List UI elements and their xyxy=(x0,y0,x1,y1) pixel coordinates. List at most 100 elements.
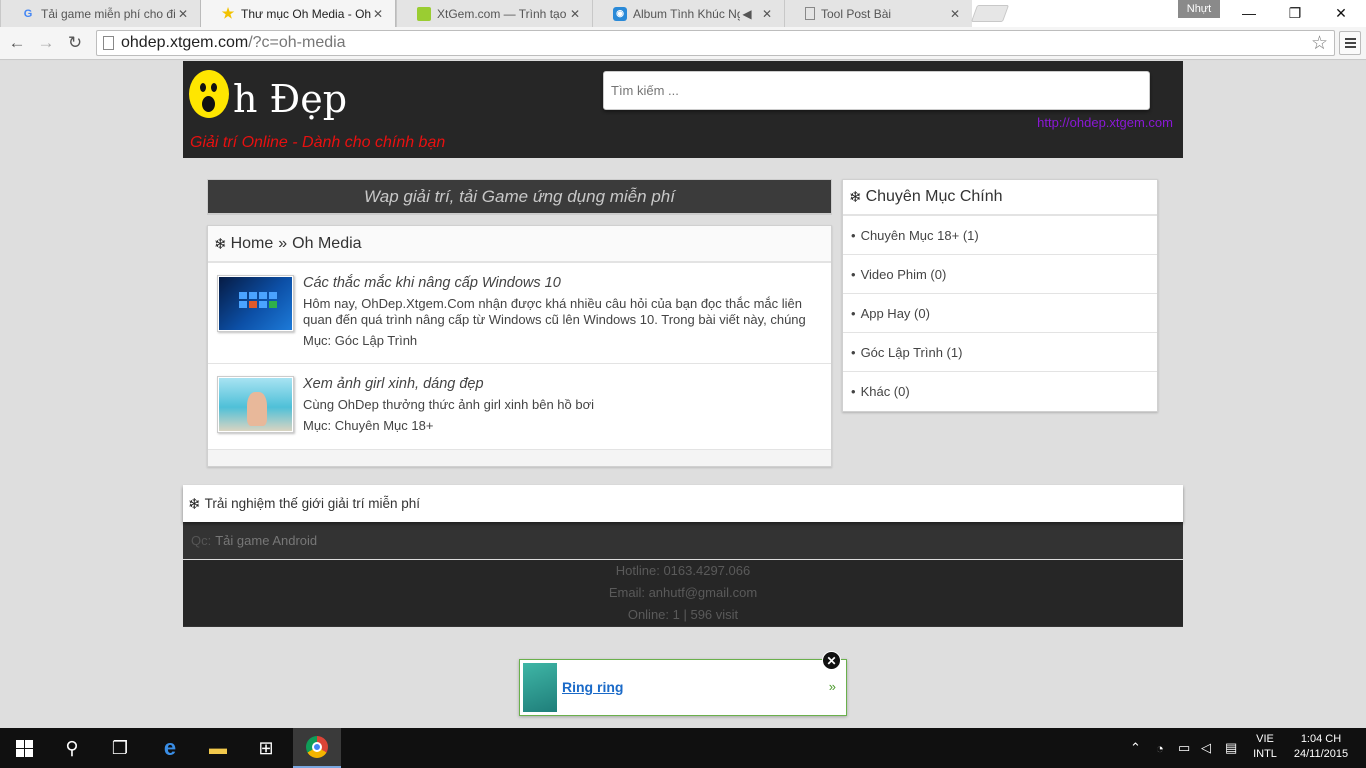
sidebar-item-goc-lap-trinh[interactable]: • Góc Lập Trình (1) xyxy=(843,333,1157,372)
post-thumbnail[interactable] xyxy=(217,275,294,332)
battery-icon[interactable]: ▭ xyxy=(1178,728,1190,768)
post-item[interactable]: Các thắc mắc khi nâng cấp Windows 10 Hôm… xyxy=(208,263,831,364)
ad-link[interactable]: Tải game Android xyxy=(215,533,317,548)
main-content: Wap giải trí, tải Game ứng dụng miễn phí… xyxy=(207,179,832,467)
tab-title: Tool Post Bài xyxy=(821,6,892,21)
close-tab-icon[interactable]: ✕ xyxy=(568,7,582,21)
close-window-button[interactable]: ✕ xyxy=(1318,0,1364,27)
site-logo[interactable]: h Đẹp xyxy=(189,67,347,121)
tab-tool-post[interactable]: Tool Post Bài ✕ xyxy=(784,0,972,27)
minimize-button[interactable]: — xyxy=(1226,0,1272,27)
ad-popup-link[interactable]: Ring ring xyxy=(562,679,623,695)
footer-title: ❄ Trải nghiệm thế giới giải trí miễn phí xyxy=(183,485,1183,522)
restore-button[interactable]: ❐ xyxy=(1272,0,1318,27)
speaker-icon: ◀ xyxy=(742,6,752,21)
site-slogan: Giải trí Online - Dành cho chính bạn xyxy=(190,134,446,151)
bullet-icon: • xyxy=(851,266,856,282)
page-icon xyxy=(805,7,815,20)
sidebar-item-video-phim[interactable]: • Video Phim (0) xyxy=(843,255,1157,294)
url-text: ohdep.xtgem.com/?c=oh-media xyxy=(121,34,346,51)
search-input[interactable] xyxy=(604,72,1149,109)
system-clock[interactable]: 1:04 CH 24/11/2015 xyxy=(1287,732,1355,762)
ad-line: Qc: Tải game Android xyxy=(183,522,1183,560)
close-tab-icon[interactable]: ✕ xyxy=(948,7,962,21)
file-explorer-icon[interactable]: ▬ xyxy=(194,728,242,768)
notification-icon[interactable]: ▤ xyxy=(1225,728,1237,768)
ad-phone-image xyxy=(523,663,557,712)
close-tab-icon[interactable]: ✕ xyxy=(176,7,190,21)
hotline-text: Hotline: 0163.4297.066 xyxy=(615,563,751,578)
start-button[interactable] xyxy=(0,728,48,768)
bullet-icon: • xyxy=(851,384,856,399)
page-viewport: h Đẹp Giải trí Online - Dành cho chính b… xyxy=(0,61,1366,728)
task-view-icon[interactable]: ❐ xyxy=(96,728,144,768)
browser-toolbar: ← → ↻ ohdep.xtgem.com/?c=oh-media ☆ xyxy=(0,27,1366,60)
page-icon xyxy=(103,36,114,50)
site-footer: ❄ Trải nghiệm thế giới giải trí miễn phí… xyxy=(0,485,1366,649)
post-category: Mục: Chuyên Mục 18+ xyxy=(303,418,434,433)
post-category: Mục: Góc Lập Trình xyxy=(303,333,418,348)
search-icon[interactable]: ⚲ xyxy=(48,728,96,768)
footer-contact-info: Hotline: 0163.4297.066 Email: anhutf@gma… xyxy=(183,560,1183,626)
bullet-icon: • xyxy=(851,227,856,243)
tab-xtgem[interactable]: XtGem.com — Trình tạo w ✕ xyxy=(396,0,592,27)
volume-icon[interactable]: ◁ xyxy=(1201,728,1211,768)
search-box[interactable] xyxy=(603,71,1150,110)
input-language-indicator[interactable]: VIE INTL xyxy=(1252,732,1278,762)
sidebar-item-chuyen-muc-18[interactable]: • Chuyên Mục 18+ (1) xyxy=(843,216,1157,255)
close-icon[interactable]: ✕ xyxy=(822,651,841,670)
snowflake-icon: ❄ xyxy=(849,189,862,206)
edge-icon[interactable]: e xyxy=(146,728,194,768)
post-body: Xem ảnh girl xinh, dáng đẹp Cùng OhDep t… xyxy=(303,374,823,441)
post-excerpt: Cùng OhDep thưởng thức ảnh girl xinh bên… xyxy=(303,397,595,412)
show-hidden-icons[interactable]: ⌃ xyxy=(1130,728,1141,768)
post-excerpt: Hôm nay, OhDep.Xtgem.Com nhận được khá n… xyxy=(303,296,806,327)
chrome-menu-button[interactable] xyxy=(1339,31,1361,55)
footer-bar: ❄ Trải nghiệm thế giới giải trí miễn phí… xyxy=(183,485,1183,627)
tab-title: Thư mục Oh Media - OhĐ xyxy=(241,6,371,21)
xtgem-icon xyxy=(417,6,431,21)
breadcrumb-separator: » xyxy=(278,234,288,252)
chrome-icon[interactable] xyxy=(293,728,341,768)
sidebar-item-app-hay[interactable]: • App Hay (0) xyxy=(843,294,1157,333)
breadcrumb-home-link[interactable]: Home xyxy=(231,235,274,253)
post-title-link[interactable]: Các thắc mắc khi nâng cấp Windows 10 xyxy=(303,273,823,293)
post-thumbnail[interactable] xyxy=(217,376,294,433)
windows-thumbnail-image xyxy=(219,277,292,330)
site-header: h Đẹp Giải trí Online - Dành cho chính b… xyxy=(0,61,1366,158)
site-url-link[interactable]: http://ohdep.xtgem.com xyxy=(1037,115,1173,130)
chevron-right-icon[interactable]: » xyxy=(829,679,836,694)
logo-text: h Đẹp xyxy=(233,77,348,121)
snowflake-icon: ❄ xyxy=(188,495,201,513)
post-body: Các thắc mắc khi nâng cấp Windows 10 Hôm… xyxy=(303,273,823,355)
sidebar-item-khac[interactable]: • Khác (0) xyxy=(843,372,1157,411)
category-sidebar: ❄ Chuyên Mục Chính • Chuyên Mục 18+ (1) •… xyxy=(842,179,1158,412)
store-icon[interactable]: ⊞ xyxy=(242,728,290,768)
post-title-link[interactable]: Xem ảnh girl xinh, dáng đẹp xyxy=(303,374,823,394)
visit-stats: Online: 1 | 596 visit xyxy=(627,607,739,622)
wifi-icon[interactable]: ◔ xyxy=(1156,728,1164,768)
tab-title: Album Tình Khúc Nguy xyxy=(633,6,740,21)
tab-album[interactable]: ◉ Album Tình Khúc Nguy ◀ ✕ xyxy=(592,0,784,27)
tab-google[interactable]: G Tải game miễn phí cho điệ ✕ xyxy=(0,0,200,27)
ad-popup[interactable]: Ring ring » ✕ xyxy=(519,651,847,716)
forward-button[interactable]: → xyxy=(34,31,58,55)
bullet-icon: • xyxy=(851,305,856,321)
back-button[interactable]: ← xyxy=(5,31,29,55)
sidebar-title: ❄ Chuyên Mục Chính xyxy=(843,180,1157,216)
tab-oh-media[interactable]: ★ Thư mục Oh Media - OhĐ ✕ xyxy=(200,0,396,27)
ad-prefix: Qc: xyxy=(191,533,212,548)
new-tab-button[interactable] xyxy=(970,5,1010,22)
close-tab-icon[interactable]: ✕ xyxy=(760,7,774,21)
girl-thumbnail-image xyxy=(219,378,292,431)
bookmark-star-icon[interactable]: ☆ xyxy=(1311,32,1328,55)
address-bar[interactable]: ohdep.xtgem.com/?c=oh-media ☆ xyxy=(96,30,1335,56)
smiley-face-icon xyxy=(189,70,229,118)
windows-logo-icon xyxy=(15,739,33,757)
post-item[interactable]: Xem ảnh girl xinh, dáng đẹp Cùng OhDep t… xyxy=(208,364,831,450)
close-tab-icon[interactable]: ✕ xyxy=(371,7,385,21)
reload-button[interactable]: ↻ xyxy=(63,31,87,55)
music-icon: ◉ xyxy=(613,6,627,21)
snowflake-icon: ❄ xyxy=(214,235,227,253)
user-badge[interactable]: Nhựt xyxy=(1178,0,1220,18)
